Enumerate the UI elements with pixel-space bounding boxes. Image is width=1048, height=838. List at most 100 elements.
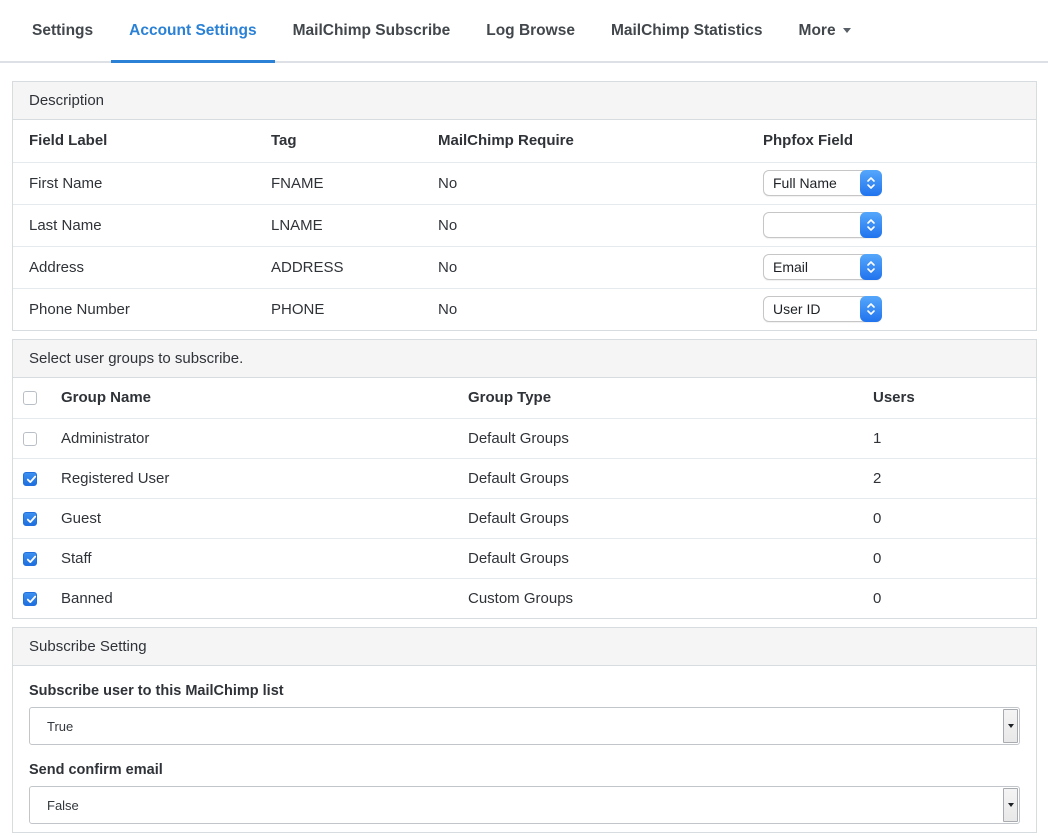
phpfox-field-select[interactable]: Email: [763, 254, 882, 280]
tab-label: MailChimp Statistics: [611, 22, 763, 40]
select-stepper-arrows-icon: [866, 258, 876, 276]
select-stepper: [860, 212, 882, 238]
group-checkbox[interactable]: [23, 592, 37, 606]
chevron-down-icon: [843, 28, 851, 33]
group-row-banned: Banned Custom Groups 0: [13, 578, 1036, 618]
checkmark-icon: [26, 594, 37, 605]
subscribe-setting-panel-header: Subscribe Setting: [13, 628, 1036, 666]
mailchimp-require-cell: No: [422, 288, 747, 330]
description-row-address: Address ADDRESS No Email: [13, 246, 1036, 288]
group-users-cell: 0: [861, 538, 1036, 578]
caret-down-icon: [1008, 803, 1014, 807]
subscribe-setting-panel-title: Subscribe Setting: [29, 638, 147, 655]
subscribe-setting-panel: Subscribe Setting Subscribe user to this…: [12, 627, 1037, 833]
group-type-cell: Custom Groups: [456, 578, 861, 618]
description-panel-title: Description: [29, 92, 104, 109]
group-checkbox[interactable]: [23, 512, 37, 526]
form-field-label: Send confirm email: [29, 762, 1020, 778]
description-row-first-name: First Name FNAME No Full Name: [13, 162, 1036, 204]
caret-down-icon: [1008, 724, 1014, 728]
mailchimp-require-cell: No: [422, 162, 747, 204]
checkmark-icon: [26, 514, 37, 525]
description-panel-header: Description: [13, 82, 1036, 120]
phpfox-field-select[interactable]: Full Name: [763, 170, 882, 196]
form-field-subscribe-user-to-this-mailchimp-list: Subscribe user to this MailChimp list Tr…: [29, 683, 1020, 745]
group-users-cell: 0: [861, 498, 1036, 538]
description-row-last-name: Last Name LNAME No: [13, 204, 1036, 246]
tab-bar: Settings Account Settings MailChimp Subs…: [0, 0, 1048, 63]
select-stepper: [860, 170, 882, 196]
description-table-header-row: Field Label Tag MailChimp Require Phpfox…: [13, 120, 1036, 162]
group-name-cell: Banned: [49, 578, 456, 618]
user-groups-table-body: Administrator Default Groups 1 Registere…: [13, 418, 1036, 618]
group-checkbox[interactable]: [23, 472, 37, 486]
group-name-cell: Administrator: [49, 418, 456, 458]
group-row-administrator: Administrator Default Groups 1: [13, 418, 1036, 458]
user-groups-table-header-row: Group Name Group Type Users: [13, 378, 1036, 418]
tab-settings[interactable]: Settings: [14, 0, 111, 61]
group-checkbox-cell: [13, 578, 49, 618]
select-stepper-arrows-icon: [866, 174, 876, 192]
select-all-cell: [13, 378, 49, 418]
phpfox-field-cell: User ID: [747, 288, 1036, 330]
group-checkbox[interactable]: [23, 432, 37, 446]
tab-label: MailChimp Subscribe: [293, 22, 451, 40]
tab-label: Account Settings: [129, 22, 256, 40]
user-groups-panel: Select user groups to subscribe. Group N…: [12, 339, 1037, 619]
group-checkbox[interactable]: [23, 552, 37, 566]
tab-label: More: [799, 22, 836, 40]
column-header-tag: Tag: [255, 120, 422, 162]
phpfox-field-select[interactable]: [763, 212, 882, 238]
subscribe-setting-form: Subscribe user to this MailChimp list Tr…: [13, 666, 1036, 832]
tab-label: Settings: [32, 22, 93, 40]
group-checkbox-cell: [13, 538, 49, 578]
column-header-group-type: Group Type: [456, 378, 861, 418]
tab-more[interactable]: More: [781, 0, 869, 61]
select-stepper-arrows-icon: [866, 300, 876, 318]
group-checkbox-cell: [13, 498, 49, 538]
tab-mailchimp-subscribe[interactable]: MailChimp Subscribe: [275, 0, 469, 61]
group-users-cell: 0: [861, 578, 1036, 618]
phpfox-field-select[interactable]: User ID: [763, 296, 882, 322]
tab-mailchimp-statistics[interactable]: MailChimp Statistics: [593, 0, 781, 61]
tab-label: Log Browse: [486, 22, 575, 40]
description-row-phone-number: Phone Number PHONE No User ID: [13, 288, 1036, 330]
group-name-cell: Guest: [49, 498, 456, 538]
select-stepper: [860, 254, 882, 280]
column-header-field-label: Field Label: [13, 120, 255, 162]
description-panel: Description Field Label Tag MailChimp Re…: [12, 81, 1037, 331]
checkmark-icon: [26, 474, 37, 485]
group-row-registered-user: Registered User Default Groups 2: [13, 458, 1036, 498]
group-checkbox-cell: [13, 418, 49, 458]
select-all-checkbox[interactable]: [23, 391, 37, 405]
column-header-mailchimp-require: MailChimp Require: [422, 120, 747, 162]
tab-log-browse[interactable]: Log Browse: [468, 0, 593, 61]
field-label-cell: Last Name: [13, 204, 255, 246]
description-table-body: First Name FNAME No Full Name Last Name …: [13, 162, 1036, 330]
group-row-staff: Staff Default Groups 0: [13, 538, 1036, 578]
form-field-label: Subscribe user to this MailChimp list: [29, 683, 1020, 699]
phpfox-field-cell: Email: [747, 246, 1036, 288]
select-stepper: [860, 296, 882, 322]
group-type-cell: Default Groups: [456, 418, 861, 458]
group-row-guest: Guest Default Groups 0: [13, 498, 1036, 538]
phpfox-field-cell: [747, 204, 1036, 246]
mailchimp-require-cell: No: [422, 204, 747, 246]
mailchimp-require-cell: No: [422, 246, 747, 288]
form-field-select[interactable]: True: [29, 707, 1020, 745]
group-type-cell: Default Groups: [456, 498, 861, 538]
group-name-cell: Staff: [49, 538, 456, 578]
field-label-cell: First Name: [13, 162, 255, 204]
checkmark-icon: [26, 554, 37, 565]
user-groups-table: Group Name Group Type Users Administrato…: [13, 378, 1036, 618]
phpfox-field-cell: Full Name: [747, 162, 1036, 204]
select-arrow-button: [1003, 788, 1018, 822]
tag-cell: PHONE: [255, 288, 422, 330]
select-stepper-arrows-icon: [866, 216, 876, 234]
tab-account-settings[interactable]: Account Settings: [111, 0, 274, 61]
group-type-cell: Default Groups: [456, 538, 861, 578]
tag-cell: FNAME: [255, 162, 422, 204]
group-name-cell: Registered User: [49, 458, 456, 498]
field-label-cell: Phone Number: [13, 288, 255, 330]
form-field-select[interactable]: False: [29, 786, 1020, 824]
